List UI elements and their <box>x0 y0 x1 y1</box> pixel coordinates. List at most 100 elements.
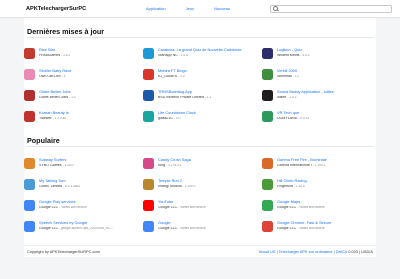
search-input[interactable] <box>280 5 390 12</box>
korean-beauty-icon[interactable] <box>24 110 35 122</box>
app-developer: King <box>158 163 166 167</box>
app-name-link[interactable]: Google Maps <box>277 200 371 204</box>
app-version: - 0.0 <box>173 116 181 120</box>
app-meta: SYBO Games - 3.26.0 <box>39 164 133 168</box>
app-text: Garena Free Fire - Illuminate Garena Inte… <box>277 158 371 167</box>
app-name-link[interactable]: Globe Bellen Jobs <box>39 90 133 94</box>
trns-icon[interactable] <box>143 89 154 101</box>
app-name-link[interactable]: Subway Surfers <box>39 158 133 162</box>
app-item[interactable]: Google Play services Google LLC - Varies … <box>24 199 136 211</box>
app-item[interactable]: Subway Surfers SYBO Games - 3.26.0 <box>24 157 136 169</box>
stroller-icon[interactable] <box>24 68 35 80</box>
app-item[interactable]: My Talking Tom Outfit7 Limited - 8.3.1.48… <box>24 178 136 190</box>
app-item[interactable]: Stroller Baby Race Own Lab Dev - 4 <box>24 68 136 80</box>
talking-tom-icon[interactable] <box>24 178 35 190</box>
app-name-link[interactable]: My Talking Tom <box>39 179 133 183</box>
free-fire-icon[interactable] <box>262 157 273 169</box>
app-name-link[interactable]: Garena Free Fire - Illuminate <box>277 158 371 162</box>
app-version: - 1.278.0.2 <box>166 163 182 167</box>
app-item[interactable]: YouTube Google LLC - Varies with device <box>143 199 255 211</box>
app-text: Life Countdown Clock glass21C - 0.0 <box>158 111 252 120</box>
app-item[interactable]: Google Google LLC - Varies with device <box>143 220 255 232</box>
nav-application[interactable]: Application <box>146 6 166 11</box>
section-title-popular: Populaire <box>27 136 60 145</box>
app-meta: Wildest Minds - 3.4.3 <box>277 54 371 58</box>
app-name-link[interactable]: Verkill 2000 <box>277 69 371 73</box>
app-version: - Varies with device <box>297 205 325 209</box>
footer: Copyright by APKTelechargerSURPC.com Abo… <box>24 245 376 257</box>
app-name-link[interactable]: Google Play services <box>39 200 133 204</box>
app-item[interactable]: Korean Beauty Is Tidewer - 1.2.0.84 <box>24 110 136 122</box>
nav-jeux[interactable]: Jeux <box>186 6 194 11</box>
app-item[interactable]: Sound Buddy Application - lullfee lullfee… <box>262 89 374 101</box>
app-name-link[interactable]: Google <box>158 221 252 225</box>
speech-services-icon[interactable] <box>24 220 35 232</box>
app-text: Stroller Baby Race Own Lab Dev - 4 <box>39 69 133 78</box>
app-name-link[interactable]: Candy Crush Saga <box>158 158 252 162</box>
sound-buddy-icon[interactable] <box>262 89 273 101</box>
play-services-icon[interactable] <box>24 199 35 211</box>
app-name-link[interactable]: VR Tech que <box>277 111 371 115</box>
subway-surfers-icon[interactable] <box>24 157 35 169</box>
app-name-link[interactable]: Speech Services by Google <box>39 221 133 225</box>
app-item[interactable]: Globe Bellen Jobs Globe Bellen Jobs - 1.0 <box>24 89 136 101</box>
app-item[interactable]: Hill Climb Racing Fingersoft - 1.61.0 <box>262 178 374 190</box>
app-item[interactable]: Mobira FT Bingo KJ_GAMES - 1.0 <box>143 68 255 80</box>
app-meta: Imangi Studios - 1.109.0 <box>158 185 252 189</box>
app-name-link[interactable]: Life Countdown Clock <box>158 111 252 115</box>
vr-icon[interactable] <box>262 110 273 122</box>
countdown-icon[interactable] <box>143 110 154 122</box>
app-name-link[interactable]: Korean Beauty Is <box>39 111 133 115</box>
app-version: - 1.8.1 <box>61 53 71 57</box>
app-text: Google Chrome: Fast & Secure Google LLC -… <box>277 221 371 230</box>
app-developer: Tidewer <box>39 116 52 120</box>
app-name-link[interactable]: Temple Run 2 <box>158 179 252 183</box>
calabrica-icon[interactable] <box>143 47 154 59</box>
app-developer: Fingersoft <box>277 184 293 188</box>
app-version: - 1.2.0.84 <box>52 116 67 120</box>
google-icon[interactable] <box>143 220 154 232</box>
site-logo[interactable]: APKTelechargerSurPC <box>26 6 118 12</box>
app-item[interactable]: TRNSBoarding App BSD Infotech Private Lim… <box>143 89 255 101</box>
app-name-link[interactable]: Stroller Baby Race <box>39 69 133 73</box>
app-item[interactable]: Rise Star ProudGames - 1.8.1 <box>24 47 136 59</box>
logikon-icon[interactable] <box>262 47 273 59</box>
app-item[interactable]: Speech Services by Google Google LLC - go… <box>24 220 136 232</box>
chrome-icon[interactable] <box>262 220 273 232</box>
footer-links[interactable]: About US | Telecharger APK sur ordinateu… <box>259 249 347 254</box>
app-name-link[interactable]: Sound Buddy Application - lullfee <box>277 90 371 94</box>
app-name-link[interactable]: Hill Climb Racing <box>277 179 371 183</box>
google-maps-icon[interactable] <box>262 199 273 211</box>
app-item[interactable]: Logikon - Quiz Wildest Minds - 3.4.3 <box>262 47 374 59</box>
app-item[interactable]: Life Countdown Clock glass21C - 0.0 <box>143 110 255 122</box>
app-name-link[interactable]: Mobira FT Bingo <box>158 69 252 73</box>
candy-crush-icon[interactable] <box>143 157 154 169</box>
temple-run-icon[interactable] <box>143 178 154 190</box>
globe-icon[interactable] <box>24 89 35 101</box>
app-name-link[interactable]: Google Chrome: Fast & Secure <box>277 221 371 225</box>
app-item[interactable]: VR Tech que DOMYLAND - 0.9.12 <box>262 110 374 122</box>
app-item[interactable]: Temple Run 2 Imangi Studios - 1.109.0 <box>143 178 255 190</box>
rise-star-icon[interactable] <box>24 47 35 59</box>
app-name-link[interactable]: YouTube <box>158 200 252 204</box>
nav-nouveau[interactable]: Nouveau <box>214 6 230 11</box>
app-name-link[interactable]: Rise Star <box>39 48 133 52</box>
divider <box>27 37 373 38</box>
app-item[interactable]: Calabrica: La grand Quiz de Nouvelle-Cal… <box>143 47 255 59</box>
app-item[interactable]: Candy Crush Saga King - 1.278.0.2 <box>143 157 255 169</box>
app-item[interactable]: Google Chrome: Fast & Secure Google LLC -… <box>262 220 374 232</box>
search-box[interactable] <box>270 4 392 13</box>
app-name-link[interactable]: Logikon - Quiz <box>277 48 371 52</box>
youtube-icon[interactable] <box>143 199 154 211</box>
bingo-icon[interactable] <box>143 68 154 80</box>
hill-climb-icon[interactable] <box>262 178 273 190</box>
app-item[interactable]: Garena Free Fire - Illuminate Garena Inte… <box>262 157 374 169</box>
app-text: Calabrica: La grand Quiz de Nouvelle-Cal… <box>158 48 252 57</box>
verkill-icon[interactable] <box>262 68 273 80</box>
app-item[interactable]: Google Maps Google LLC - Varies with devi… <box>262 199 374 211</box>
app-item[interactable]: Verkill 2000 Stinemas - 13 <box>262 68 374 80</box>
app-name-link[interactable]: Calabrica: La grand Quiz de Nouvelle-Cal… <box>158 48 252 52</box>
app-developer: lullfee <box>277 95 287 99</box>
app-name-link[interactable]: TRNSBoarding App <box>158 90 252 94</box>
main-content: Dernières mises à jour Rise Star ProudGam… <box>24 18 376 245</box>
